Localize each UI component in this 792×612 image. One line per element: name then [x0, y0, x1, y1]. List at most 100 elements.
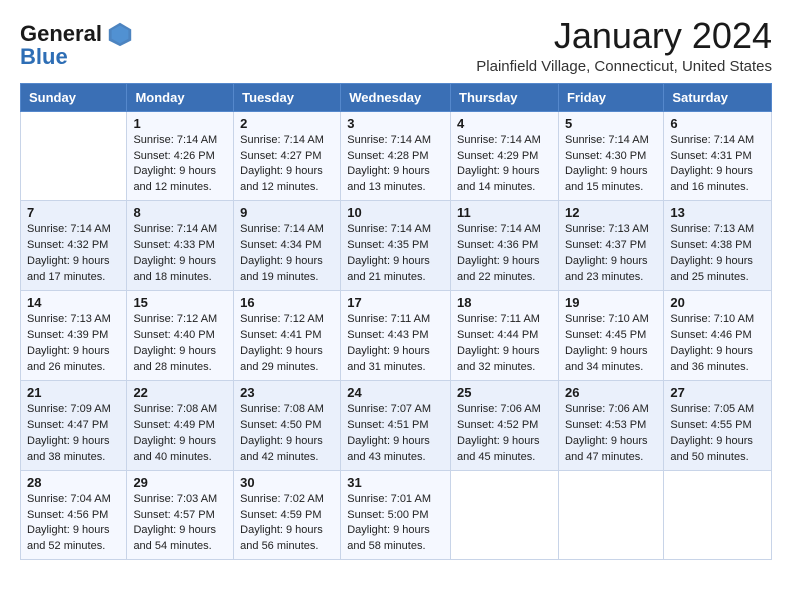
table-row: 29 Sunrise: 7:03 AMSunset: 4:57 PMDayligh… — [127, 470, 234, 560]
table-row: 26 Sunrise: 7:06 AMSunset: 4:53 PMDayligh… — [558, 380, 663, 470]
day-info: Sunrise: 7:14 AMSunset: 4:36 PMDaylight:… — [457, 222, 552, 286]
header-sunday: Sunday — [21, 83, 127, 111]
day-number: 29 — [133, 475, 227, 490]
calendar-week-row: 1 Sunrise: 7:14 AMSunset: 4:26 PMDaylight… — [21, 111, 772, 201]
day-info: Sunrise: 7:14 AMSunset: 4:34 PMDaylight:… — [240, 222, 334, 286]
table-row: 12 Sunrise: 7:13 AMSunset: 4:37 PMDayligh… — [558, 201, 663, 291]
day-number: 9 — [240, 205, 334, 220]
day-number: 1 — [133, 116, 227, 131]
day-number: 8 — [133, 205, 227, 220]
calendar-week-row: 28Sunrise: 7:04 AMSunset: 4:56 PMDayligh… — [21, 470, 772, 560]
table-row: 10Sunrise: 7:14 AMSunset: 4:35 PMDayligh… — [341, 201, 451, 291]
day-number: 30 — [240, 475, 334, 490]
day-info: Sunrise: 7:14 AMSunset: 4:28 PMDaylight:… — [347, 133, 444, 197]
day-number: 16 — [240, 295, 334, 310]
day-info: Sunrise: 7:11 AMSunset: 4:44 PMDaylight:… — [457, 312, 552, 376]
day-info: Sunrise: 7:14 AMSunset: 4:33 PMDaylight:… — [133, 222, 227, 286]
header-friday: Friday — [558, 83, 663, 111]
day-number: 4 — [457, 116, 552, 131]
table-row: 20 Sunrise: 7:10 AMSunset: 4:46 PMDayligh… — [664, 291, 772, 381]
calendar-table: Sunday Monday Tuesday Wednesday Thursday… — [20, 83, 772, 561]
table-row — [451, 470, 559, 560]
table-row: 21 Sunrise: 7:09 AMSunset: 4:47 PMDayligh… — [21, 380, 127, 470]
table-row: 15 Sunrise: 7:12 AMSunset: 4:40 PMDayligh… — [127, 291, 234, 381]
header-monday: Monday — [127, 83, 234, 111]
page-container: General Blue January 2024 Plainfield Vil… — [0, 0, 792, 570]
calendar-header-row: Sunday Monday Tuesday Wednesday Thursday… — [21, 83, 772, 111]
day-info: Sunrise: 7:14 AMSunset: 4:31 PMDaylight:… — [670, 133, 765, 197]
day-info: Sunrise: 7:12 AMSunset: 4:41 PMDaylight:… — [240, 312, 334, 376]
table-row: 22 Sunrise: 7:08 AMSunset: 4:49 PMDayligh… — [127, 380, 234, 470]
day-info: Sunrise: 7:02 AMSunset: 4:59 PMDaylight:… — [240, 492, 334, 556]
day-number: 19 — [565, 295, 657, 310]
day-info: Sunrise: 7:11 AMSunset: 4:43 PMDaylight:… — [347, 312, 444, 376]
day-number: 17 — [347, 295, 444, 310]
header: General Blue January 2024 Plainfield Vil… — [20, 16, 772, 75]
day-number: 3 — [347, 116, 444, 131]
table-row: 8 Sunrise: 7:14 AMSunset: 4:33 PMDaylight… — [127, 201, 234, 291]
day-number: 13 — [670, 205, 765, 220]
day-info: Sunrise: 7:08 AMSunset: 4:49 PMDaylight:… — [133, 402, 227, 466]
day-number: 5 — [565, 116, 657, 131]
table-row: 18 Sunrise: 7:11 AMSunset: 4:44 PMDayligh… — [451, 291, 559, 381]
table-row: 25Sunrise: 7:06 AMSunset: 4:52 PMDayligh… — [451, 380, 559, 470]
table-row — [664, 470, 772, 560]
table-row: 11 Sunrise: 7:14 AMSunset: 4:36 PMDayligh… — [451, 201, 559, 291]
logo-icon — [106, 20, 134, 48]
day-info: Sunrise: 7:13 AMSunset: 4:37 PMDaylight:… — [565, 222, 657, 286]
day-number: 21 — [27, 385, 120, 400]
title-block: January 2024 Plainfield Village, Connect… — [476, 16, 772, 75]
day-number: 26 — [565, 385, 657, 400]
day-number: 12 — [565, 205, 657, 220]
day-info: Sunrise: 7:14 AMSunset: 4:27 PMDaylight:… — [240, 133, 334, 197]
table-row: 5 Sunrise: 7:14 AMSunset: 4:30 PMDaylight… — [558, 111, 663, 201]
table-row — [558, 470, 663, 560]
day-info: Sunrise: 7:08 AMSunset: 4:50 PMDaylight:… — [240, 402, 334, 466]
day-info: Sunrise: 7:14 AMSunset: 4:32 PMDaylight:… — [27, 222, 120, 286]
day-info: Sunrise: 7:14 AMSunset: 4:26 PMDaylight:… — [133, 133, 227, 197]
table-row: 7Sunrise: 7:14 AMSunset: 4:32 PMDaylight… — [21, 201, 127, 291]
calendar-week-row: 7Sunrise: 7:14 AMSunset: 4:32 PMDaylight… — [21, 201, 772, 291]
day-number: 14 — [27, 295, 120, 310]
calendar-week-row: 14 Sunrise: 7:13 AMSunset: 4:39 PMDayligh… — [21, 291, 772, 381]
day-info: Sunrise: 7:07 AMSunset: 4:51 PMDaylight:… — [347, 402, 444, 466]
header-wednesday: Wednesday — [341, 83, 451, 111]
table-row: 27 Sunrise: 7:05 AMSunset: 4:55 PMDayligh… — [664, 380, 772, 470]
header-thursday: Thursday — [451, 83, 559, 111]
table-row: 28Sunrise: 7:04 AMSunset: 4:56 PMDayligh… — [21, 470, 127, 560]
table-row: 30 Sunrise: 7:02 AMSunset: 4:59 PMDayligh… — [234, 470, 341, 560]
day-info: Sunrise: 7:09 AMSunset: 4:47 PMDaylight:… — [27, 402, 120, 466]
day-info: Sunrise: 7:06 AMSunset: 4:52 PMDaylight:… — [457, 402, 552, 466]
day-number: 31 — [347, 475, 444, 490]
day-info: Sunrise: 7:03 AMSunset: 4:57 PMDaylight:… — [133, 492, 227, 556]
header-tuesday: Tuesday — [234, 83, 341, 111]
day-number: 6 — [670, 116, 765, 131]
table-row — [21, 111, 127, 201]
day-number: 15 — [133, 295, 227, 310]
day-number: 18 — [457, 295, 552, 310]
day-number: 20 — [670, 295, 765, 310]
day-number: 24 — [347, 385, 444, 400]
day-number: 22 — [133, 385, 227, 400]
day-number: 28 — [27, 475, 120, 490]
calendar-week-row: 21 Sunrise: 7:09 AMSunset: 4:47 PMDayligh… — [21, 380, 772, 470]
day-info: Sunrise: 7:14 AMSunset: 4:30 PMDaylight:… — [565, 133, 657, 197]
day-number: 2 — [240, 116, 334, 131]
day-info: Sunrise: 7:10 AMSunset: 4:46 PMDaylight:… — [670, 312, 765, 376]
day-info: Sunrise: 7:12 AMSunset: 4:40 PMDaylight:… — [133, 312, 227, 376]
table-row: 3 Sunrise: 7:14 AMSunset: 4:28 PMDaylight… — [341, 111, 451, 201]
table-row: 17 Sunrise: 7:11 AMSunset: 4:43 PMDayligh… — [341, 291, 451, 381]
day-info: Sunrise: 7:13 AMSunset: 4:39 PMDaylight:… — [27, 312, 120, 376]
table-row: 4Sunrise: 7:14 AMSunset: 4:29 PMDaylight… — [451, 111, 559, 201]
day-info: Sunrise: 7:14 AMSunset: 4:35 PMDaylight:… — [347, 222, 444, 286]
day-info: Sunrise: 7:05 AMSunset: 4:55 PMDaylight:… — [670, 402, 765, 466]
location-title: Plainfield Village, Connecticut, United … — [476, 58, 772, 75]
table-row: 23Sunrise: 7:08 AMSunset: 4:50 PMDayligh… — [234, 380, 341, 470]
day-number: 11 — [457, 205, 552, 220]
day-info: Sunrise: 7:06 AMSunset: 4:53 PMDaylight:… — [565, 402, 657, 466]
table-row: 2 Sunrise: 7:14 AMSunset: 4:27 PMDaylight… — [234, 111, 341, 201]
header-saturday: Saturday — [664, 83, 772, 111]
day-number: 27 — [670, 385, 765, 400]
table-row: 24 Sunrise: 7:07 AMSunset: 4:51 PMDayligh… — [341, 380, 451, 470]
day-info: Sunrise: 7:10 AMSunset: 4:45 PMDaylight:… — [565, 312, 657, 376]
